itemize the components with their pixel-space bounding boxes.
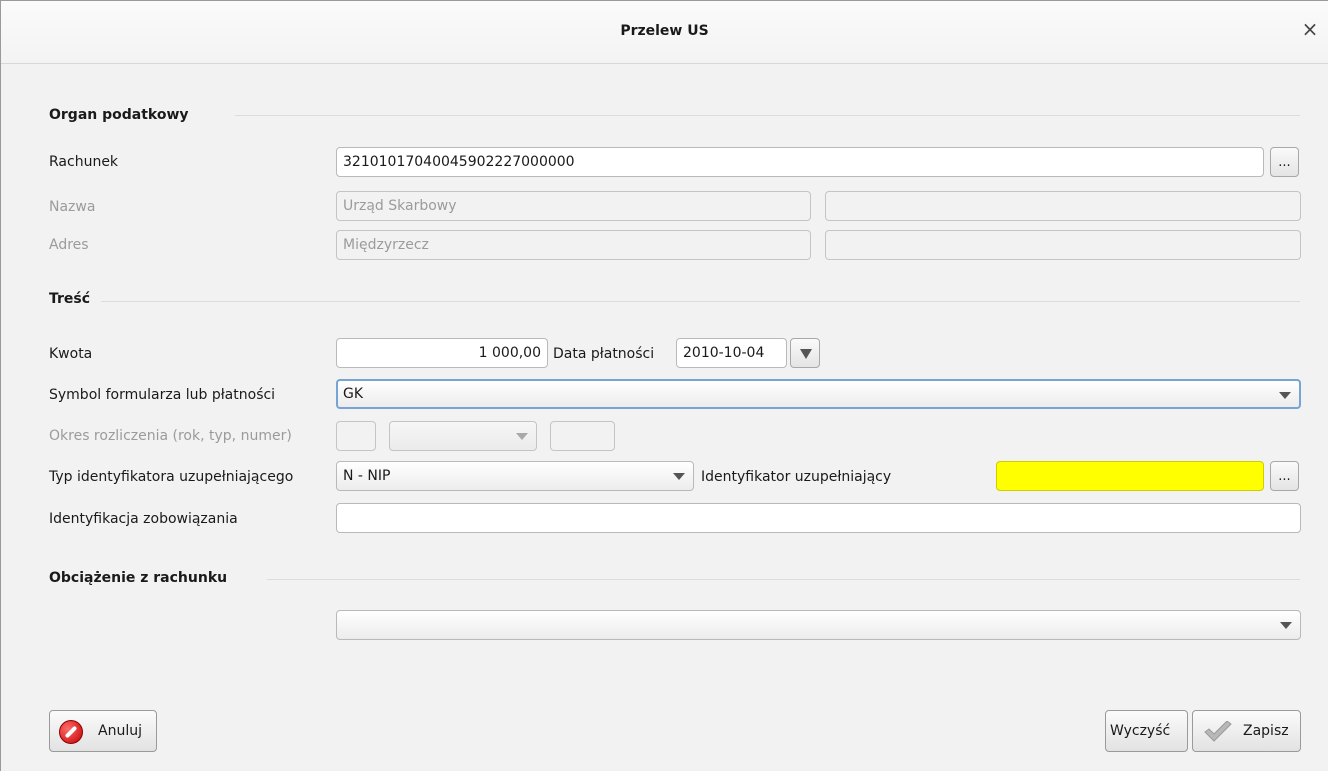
symbol-select-value: GK (343, 386, 364, 402)
chevron-down-icon (800, 349, 812, 359)
typ-identyfikatora-label: Typ identyfikatora uzupełniającego (49, 469, 294, 485)
chevron-down-icon (673, 473, 685, 480)
identyfikacja-zobowiazania-label: Identyfikacja zobowiązania (49, 511, 238, 527)
cancel-button[interactable]: Anuluj (49, 710, 157, 752)
identyfikacja-zobowiazania-input[interactable] (336, 503, 1301, 533)
typ-identyfikatora-value: N - NIP (343, 468, 391, 484)
date-picker-button[interactable] (790, 338, 820, 368)
data-platnosci-input[interactable]: 2010-10-04 (676, 338, 787, 368)
title-bar: Przelew US × (1, 1, 1328, 63)
cancel-icon (59, 720, 83, 744)
account-select[interactable] (336, 610, 1301, 640)
symbol-label: Symbol formularza lub płatności (49, 387, 276, 403)
close-icon[interactable]: × (1300, 19, 1320, 39)
section-tresc: Treść (49, 291, 91, 307)
save-button-label: Zapisz (1243, 723, 1289, 739)
okres-numer-input (550, 421, 615, 451)
identyfikator-uzupelniajacy-input[interactable] (996, 461, 1264, 491)
section-obciazenie: Obciążenie z rachunku (49, 570, 228, 586)
przelew-us-dialog: Przelew US × Organ podatkowy Rachunek 32… (0, 0, 1328, 771)
title-divider (1, 63, 1328, 64)
save-button[interactable]: Zapisz (1192, 710, 1301, 752)
adres-input-2 (825, 230, 1301, 260)
okres-label: Okres rozliczenia (rok, typ, numer) (49, 428, 292, 444)
nazwa-input: Urząd Skarbowy (336, 191, 811, 221)
okres-rok-input (336, 421, 376, 451)
window-title: Przelew US (620, 23, 709, 39)
section-divider (267, 579, 1300, 580)
typ-identyfikatora-select[interactable]: N - NIP (336, 461, 694, 491)
cancel-button-label: Anuluj (98, 723, 142, 739)
nazwa-label: Nazwa (49, 199, 96, 215)
identyfikator-browse-button[interactable]: ... (1270, 461, 1299, 491)
section-divider (101, 301, 1300, 302)
kwota-label: Kwota (49, 346, 93, 362)
adres-input: Międzyrzecz (336, 230, 811, 260)
chevron-down-icon (1279, 392, 1291, 399)
rachunek-browse-button[interactable]: ... (1270, 147, 1299, 177)
symbol-select[interactable]: GK (336, 379, 1301, 409)
rachunek-input[interactable]: 32101017040045902227000000 (336, 147, 1264, 177)
okres-typ-select (389, 421, 537, 451)
kwota-input[interactable]: 1 000,00 (336, 338, 548, 368)
identyfikator-uzupelniajacy-label: Identyfikator uzupełniający (701, 469, 892, 485)
section-organ-podatkowy: Organ podatkowy (49, 107, 189, 123)
section-divider (235, 115, 1300, 116)
data-platnosci-label: Data płatności (553, 346, 655, 362)
checkmark-icon (1204, 721, 1232, 742)
chevron-down-icon (516, 433, 528, 440)
chevron-down-icon (1280, 622, 1292, 629)
nazwa-input-2 (825, 191, 1301, 221)
rachunek-label: Rachunek (49, 154, 119, 170)
clear-button-label: Wyczyść (1110, 723, 1171, 739)
clear-button[interactable]: Wyczyść (1105, 710, 1188, 752)
adres-label: Adres (49, 237, 89, 253)
